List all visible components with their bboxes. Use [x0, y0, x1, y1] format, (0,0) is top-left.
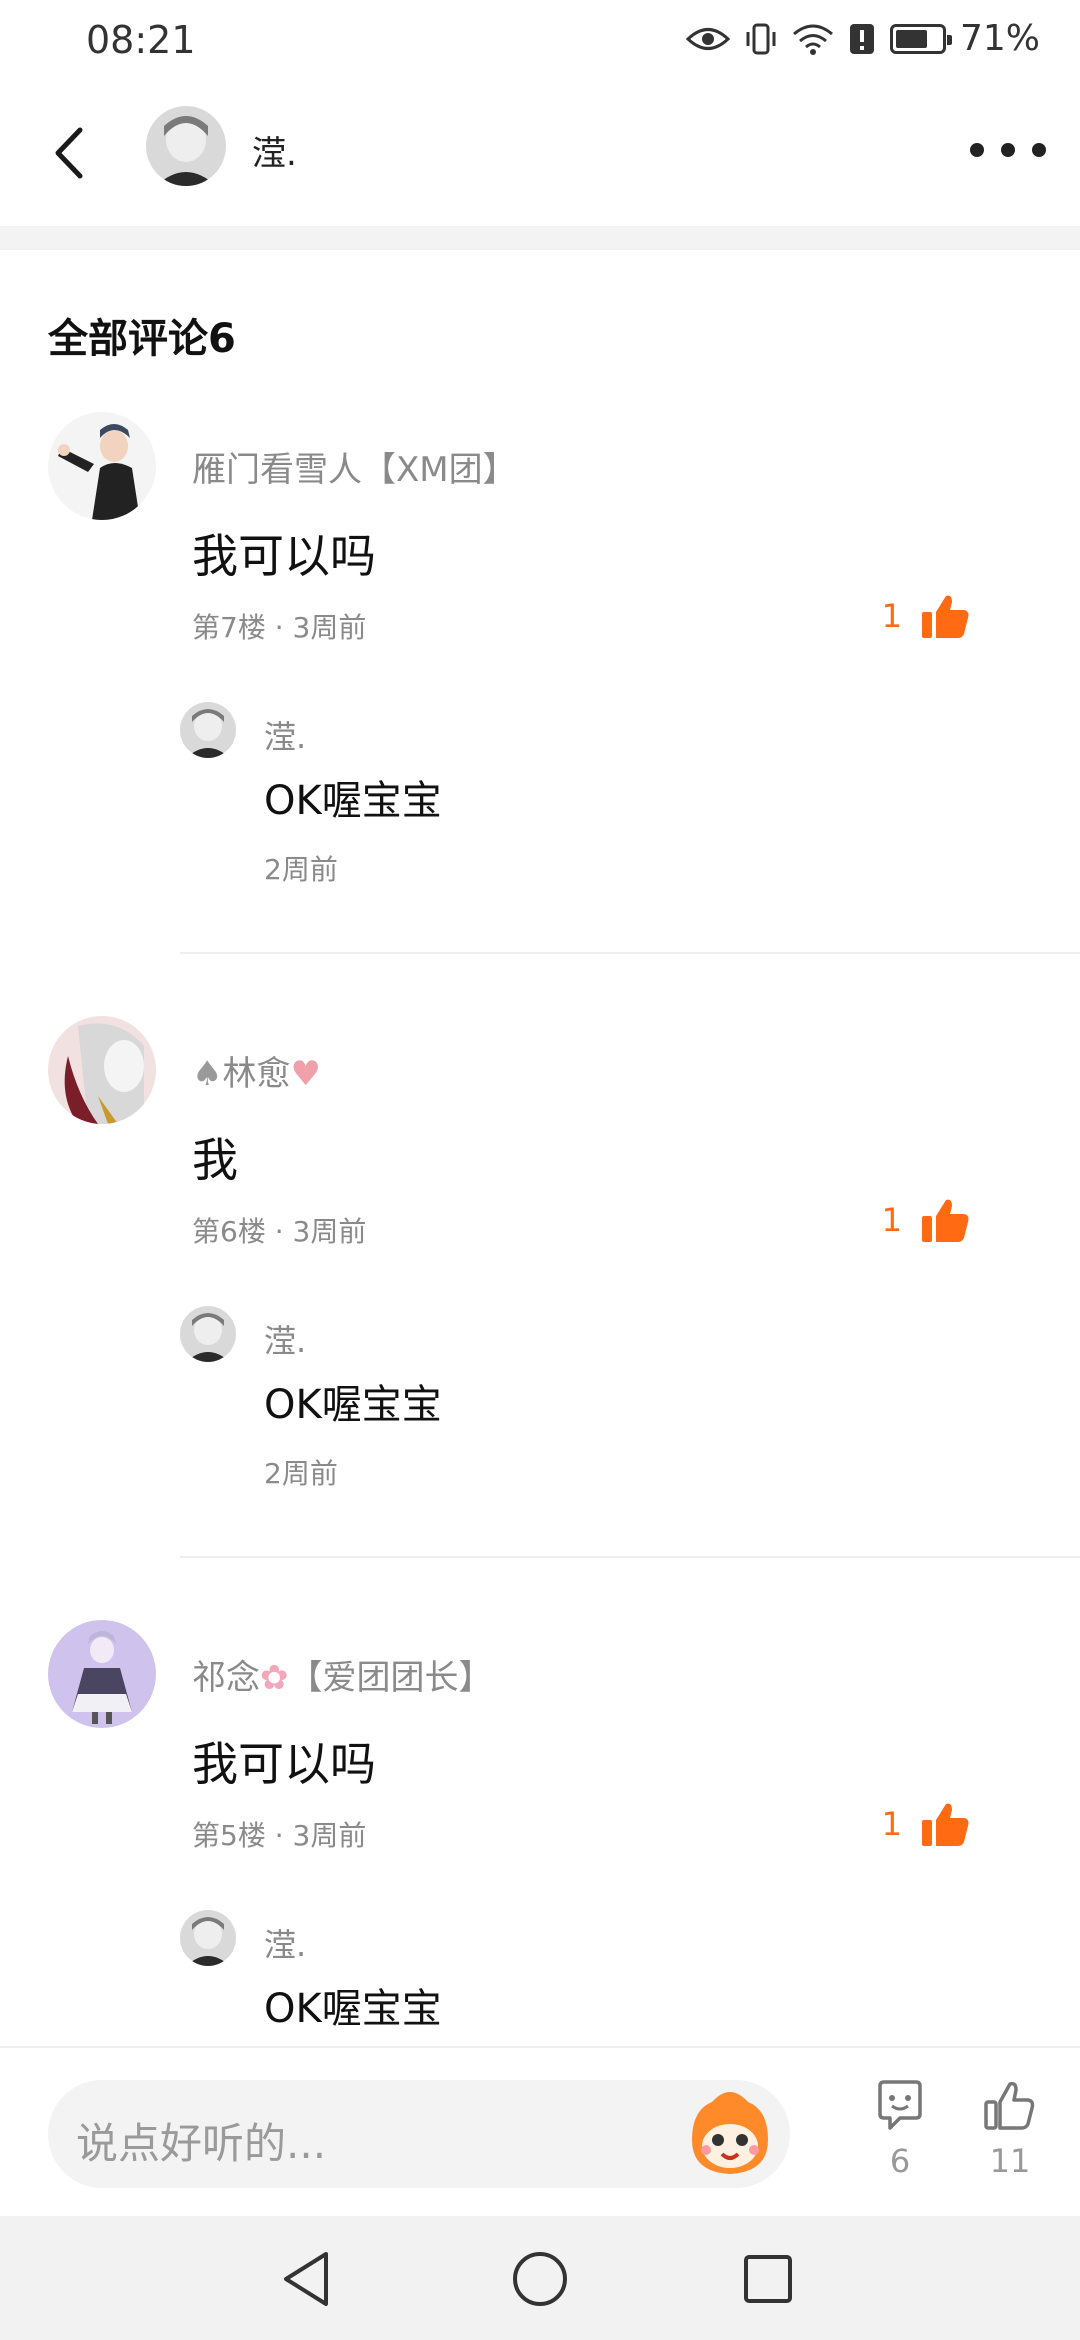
more-options-button[interactable]	[970, 120, 1046, 180]
battery-fill	[895, 29, 927, 48]
thumbs-up-icon	[922, 1803, 969, 1846]
comment-count-button[interactable]: 6	[860, 2078, 940, 2180]
comment-input-placeholder: 说点好听的...	[76, 2119, 327, 2168]
spade-icon: ♠	[192, 1054, 223, 1094]
circle-home-icon	[513, 2252, 567, 2306]
comment-input[interactable]: 说点好听的...	[48, 2080, 790, 2188]
comment-text: 我可以吗	[192, 1737, 376, 1791]
alert-icon	[848, 22, 876, 56]
back-arrow-icon	[55, 127, 83, 179]
commenter-avatar[interactable]	[48, 1620, 156, 1728]
header-avatar[interactable]	[146, 106, 226, 186]
like-button[interactable]: 1	[882, 1800, 970, 1848]
header: 滢.	[0, 84, 1080, 226]
comments-title: 全部评论6	[48, 316, 236, 362]
like-count: 1	[881, 1201, 902, 1239]
status-time: 08:21	[86, 18, 196, 62]
commenter-avatar[interactable]	[48, 412, 156, 520]
post-like-count: 11	[989, 2142, 1031, 2180]
nav-recents-button[interactable]	[733, 2244, 803, 2314]
reply-avatar[interactable]	[180, 1910, 236, 1966]
system-nav-bar	[0, 2216, 1080, 2340]
reply-time: 2周前	[264, 853, 338, 886]
comment-input-bar: 说点好听的... 6 11	[0, 2046, 1080, 2216]
nav-back-button[interactable]	[272, 2244, 342, 2314]
commenter-name-row[interactable]: 祁念✿【爱团团长】	[192, 1650, 493, 1699]
comment-text: 我	[192, 1133, 238, 1187]
comment-meta: 第7楼 · 3周前	[192, 611, 367, 644]
battery-icon	[889, 23, 952, 54]
sakura-icon: ✿	[260, 1658, 289, 1698]
thumbs-up-icon	[922, 1199, 969, 1242]
heart-icon: ♥	[290, 1054, 321, 1094]
back-button[interactable]	[36, 118, 106, 188]
mascot-emoji-button[interactable]	[682, 2088, 778, 2180]
more-dot	[1032, 143, 1046, 157]
reply-avatar[interactable]	[180, 1306, 236, 1362]
reply-text: OK喔宝宝	[264, 1986, 442, 2032]
header-user-name[interactable]: 滢.	[252, 126, 297, 175]
reply-avatar[interactable]	[180, 702, 236, 758]
reply-text: OK喔宝宝	[264, 1382, 442, 1428]
triangle-back-icon	[284, 2252, 328, 2306]
commenter-name: 林愈	[222, 1054, 291, 1094]
commenter-name[interactable]: 雁门看雪人【XM团】	[192, 442, 517, 491]
commenter-avatar[interactable]	[48, 1016, 156, 1124]
thumbs-up-icon	[922, 595, 969, 638]
commenter-name: 祁念	[192, 1658, 260, 1698]
like-button[interactable]: 1	[882, 1196, 970, 1244]
more-dot	[1001, 143, 1015, 157]
comment-meta: 第6楼 · 3周前	[192, 1215, 367, 1248]
comment-meta: 第5楼 · 3周前	[192, 1819, 367, 1852]
post-like-button[interactable]: 11	[970, 2078, 1050, 2180]
comment-separator	[180, 1556, 1080, 1558]
reply-author[interactable]: 滢.	[264, 712, 306, 758]
nav-home-button[interactable]	[505, 2244, 575, 2314]
reply-author[interactable]: 滢.	[264, 1920, 306, 1966]
commenter-title: 【爱团团长】	[288, 1658, 493, 1698]
thumbs-up-outline-icon	[984, 2081, 1035, 2130]
more-dot	[970, 143, 984, 157]
comment-count: 6	[889, 2142, 911, 2180]
section-divider	[0, 226, 1080, 250]
commenter-name-row[interactable]: ♠林愈♥	[192, 1046, 321, 1095]
comment-face-icon	[878, 2080, 922, 2130]
like-count: 1	[881, 1805, 902, 1843]
battery-percent: 71%	[959, 18, 1040, 59]
reply-time: 2周前	[264, 1457, 338, 1490]
eye-icon	[685, 24, 730, 54]
comment-separator	[180, 952, 1080, 954]
square-recents-icon	[744, 2255, 792, 2303]
reply-text: OK喔宝宝	[264, 778, 442, 824]
reply-author[interactable]: 滢.	[264, 1316, 306, 1362]
vibrate-icon	[744, 22, 778, 56]
mascot-icon	[692, 2092, 768, 2174]
wifi-icon	[792, 22, 834, 56]
status-icons: 71%	[685, 18, 1040, 59]
status-bar: 08:21 71%	[0, 0, 1080, 84]
like-count: 1	[881, 597, 902, 635]
comment-text: 我可以吗	[192, 529, 376, 583]
like-button[interactable]: 1	[882, 592, 970, 640]
